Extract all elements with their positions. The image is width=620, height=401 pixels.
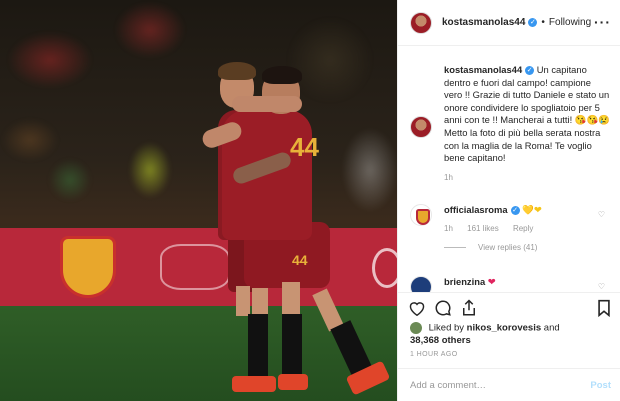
caption-body: Un capitano dentro e fuori dal campo! ca… [444,64,610,164]
comment-text: brienzina ❤ [444,276,615,288]
comment-emoji: ❤ [487,276,496,287]
banner-logo [160,244,230,290]
jersey-number: 44 [290,132,319,162]
view-replies-link[interactable]: View replies (41) [444,243,615,252]
player-leg [252,288,268,314]
banner-ring-logo [372,248,397,288]
comment-icon[interactable] [434,299,452,317]
comment-emoji: 💛❤ [522,204,542,215]
avatar[interactable] [410,276,432,292]
avatar[interactable] [410,11,432,34]
player-boot [232,376,276,392]
post-photo[interactable]: 44 44 [0,0,397,401]
others-count[interactable]: 38,368 others [410,335,471,346]
comment-likes[interactable]: 161 likes [467,224,499,233]
post-button[interactable]: Post [590,380,611,391]
following-button[interactable]: Following [549,17,591,28]
comment-time: 1h [444,224,453,233]
roma-banner [0,228,397,308]
liked-by-label: Liked by [428,322,465,334]
liker-username[interactable]: nikos_korovesis [467,323,541,334]
post-sidebar: kostasmanolas44 ✓ • Following ··· kostas… [397,0,620,401]
more-options-icon[interactable]: ··· [594,14,611,30]
verified-badge-icon: ✓ [525,66,535,76]
avatar[interactable] [410,116,432,138]
posted-time[interactable]: 1 HOUR AGO [410,351,458,358]
reply-button[interactable]: Reply [513,224,533,233]
stadium-crowd [0,0,397,230]
caption-username[interactable]: kostasmanolas44 [444,64,522,75]
shorts-number: 44 [292,252,308,268]
comment-item: officialasroma ✓ 💛❤ ♡ 1h 161 likes Reply … [410,204,615,252]
action-bar [398,292,620,322]
caption: kostasmanolas44 ✓ Un capitano dentro e fu… [410,64,610,182]
caption-time: 1h [444,172,453,182]
share-icon[interactable] [460,299,478,317]
and-label: and [543,322,560,334]
separator-dot: • [541,17,545,28]
bookmark-icon[interactable] [595,299,613,317]
as-roma-crest-logo [60,236,116,298]
comments-list[interactable]: kostasmanolas44 ✓ Un capitano dentro e fu… [398,46,620,292]
caption-text: kostasmanolas44 ✓ Un capitano dentro e fu… [444,64,610,165]
comment-text: officialasroma ✓ 💛❤ [444,204,615,216]
comment-item: brienzina ❤ ♡ [410,276,615,292]
player-sock [248,314,268,380]
player-boot [278,374,308,390]
player-leg [236,286,250,316]
player-arm [232,96,302,112]
as-roma-avatar[interactable] [410,204,432,226]
comment-username[interactable]: officialasroma [444,204,508,215]
add-comment-bar: Add a comment… Post [398,368,620,401]
likes-summary: Liked by nikos_korovesis and 38,368 othe… [410,322,615,348]
heart-icon[interactable] [408,299,426,317]
player-leg [282,282,300,316]
like-comment-heart-icon[interactable]: ♡ [598,210,605,219]
comment-username[interactable]: brienzina [444,276,485,287]
player-hair [262,66,302,84]
player-hair [218,62,256,80]
add-comment-input[interactable]: Add a comment… [410,380,486,391]
header-username[interactable]: kostasmanolas44 [442,17,525,28]
post-header: kostasmanolas44 ✓ • Following ··· [398,0,620,46]
liker-avatar[interactable] [410,322,422,334]
verified-badge-icon: ✓ [528,18,538,27]
comment-meta: 1h 161 likes Reply [444,224,615,233]
verified-badge-icon: ✓ [510,206,520,216]
player-sock [282,314,302,374]
like-comment-heart-icon[interactable]: ♡ [598,282,605,291]
